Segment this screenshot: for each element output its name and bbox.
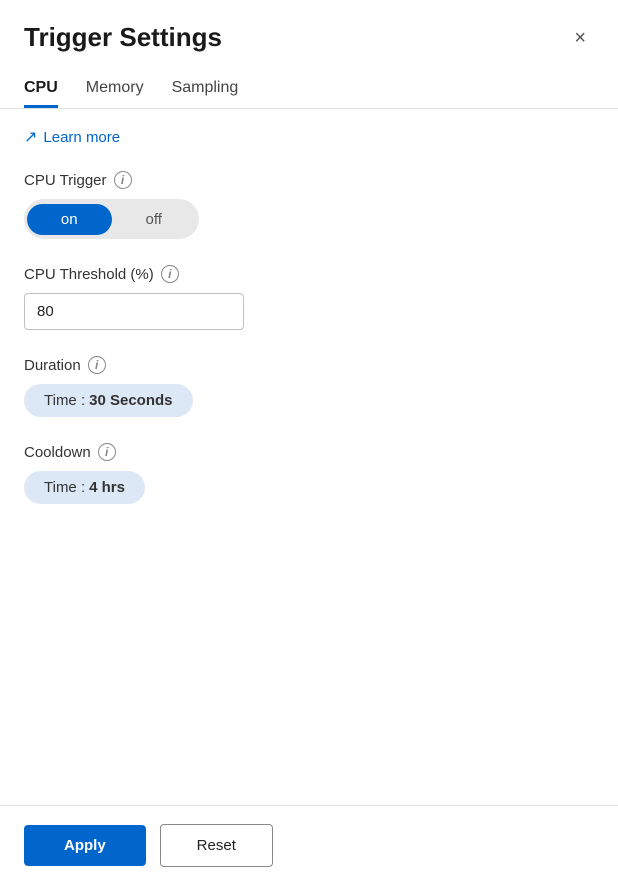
dialog-title: Trigger Settings [24,22,222,53]
cooldown-time-prefix: Time : [44,479,85,496]
cpu-threshold-input[interactable] [24,293,244,330]
duration-time-prefix: Time : [44,392,85,409]
external-link-icon: ↗ [24,127,37,147]
cpu-threshold-label-row: CPU Threshold (%) i [24,265,594,283]
learn-more-link[interactable]: ↗ Learn more [24,127,594,147]
tab-sampling[interactable]: Sampling [172,71,239,108]
dialog-header: Trigger Settings × [0,0,618,53]
cooldown-label-row: Cooldown i [24,443,594,461]
apply-button[interactable]: Apply [24,825,146,866]
duration-info-icon[interactable]: i [88,356,106,374]
duration-section: Duration i Time : 30 Seconds [24,356,594,417]
dialog-body: ↗ Learn more CPU Trigger i on off CPU Th… [0,109,618,805]
duration-time-value: 30 Seconds [89,392,172,409]
cpu-trigger-info-icon[interactable]: i [114,171,132,189]
cpu-trigger-label-row: CPU Trigger i [24,171,594,189]
toggle-on-option[interactable]: on [27,204,112,235]
cooldown-time-value: 4 hrs [89,479,125,496]
cpu-trigger-section: CPU Trigger i on off [24,171,594,239]
close-button[interactable]: × [566,24,594,52]
duration-label-row: Duration i [24,356,594,374]
cooldown-time-pill[interactable]: Time : 4 hrs [24,471,145,504]
tab-memory[interactable]: Memory [86,71,144,108]
tab-bar: CPU Memory Sampling [0,53,618,108]
learn-more-label: Learn more [43,129,120,146]
trigger-settings-dialog: Trigger Settings × CPU Memory Sampling ↗… [0,0,618,885]
cpu-trigger-toggle[interactable]: on off [24,199,199,239]
reset-button[interactable]: Reset [160,824,273,867]
cooldown-info-icon[interactable]: i [98,443,116,461]
cpu-threshold-info-icon[interactable]: i [161,265,179,283]
cpu-trigger-label: CPU Trigger [24,172,107,189]
cooldown-label: Cooldown [24,444,91,461]
toggle-off-option[interactable]: off [112,204,197,235]
duration-time-pill[interactable]: Time : 30 Seconds [24,384,193,417]
cpu-threshold-section: CPU Threshold (%) i [24,265,594,330]
cpu-threshold-label: CPU Threshold (%) [24,266,154,283]
tab-cpu[interactable]: CPU [24,71,58,108]
cooldown-section: Cooldown i Time : 4 hrs [24,443,594,504]
dialog-footer: Apply Reset [0,805,618,885]
duration-label: Duration [24,357,81,374]
